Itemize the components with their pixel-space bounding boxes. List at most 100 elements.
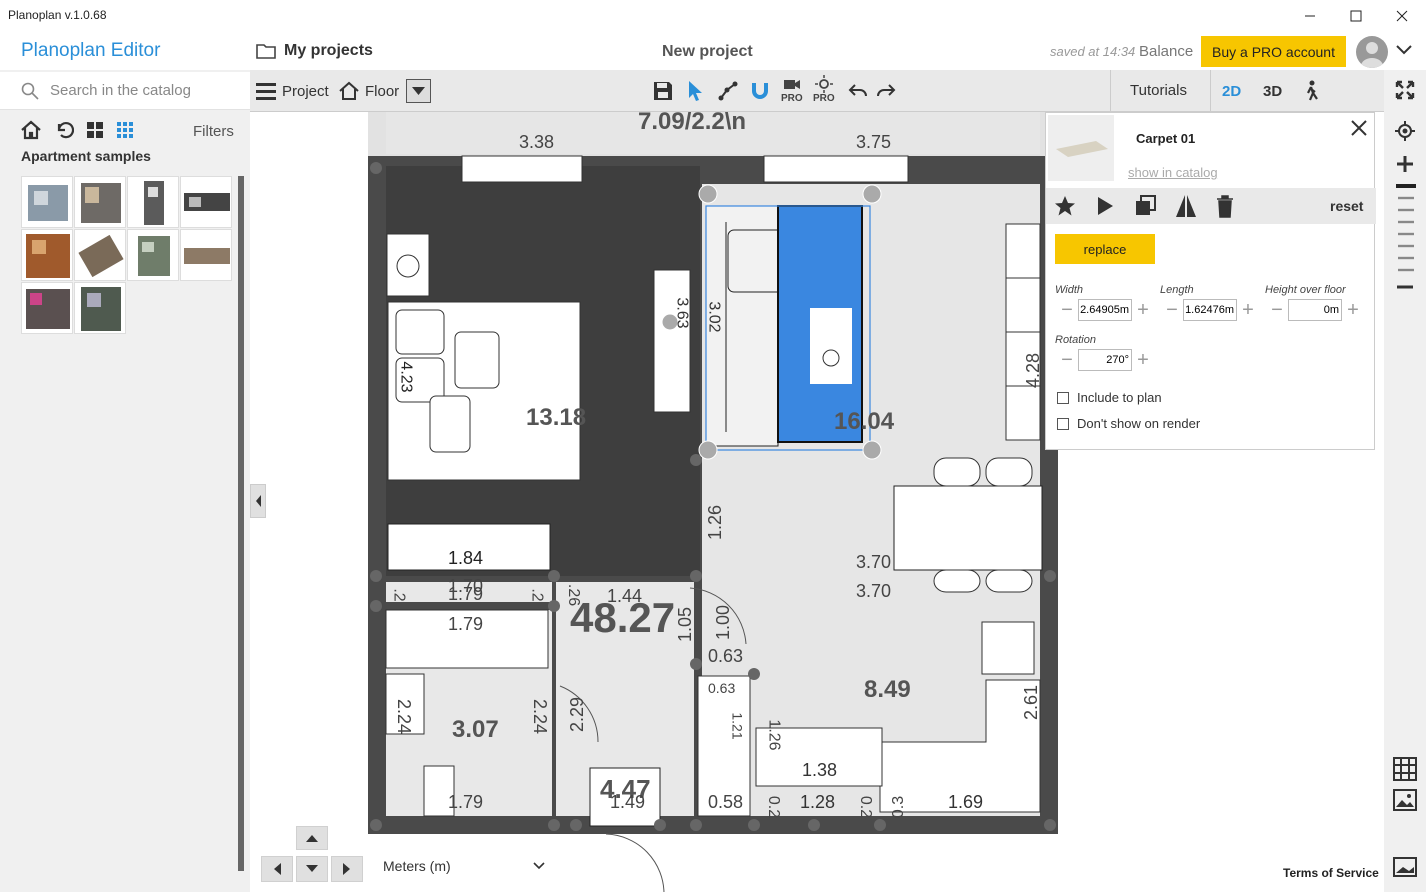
play-icon[interactable] (1094, 195, 1116, 217)
units-select[interactable]: Meters (m) (383, 858, 545, 874)
height-field[interactable] (1288, 299, 1342, 321)
apartment-thumbnail[interactable] (74, 229, 126, 281)
light-icon[interactable] (814, 75, 834, 93)
dont-show-render-label: Don't show on render (1077, 416, 1201, 431)
back-icon[interactable] (54, 120, 74, 140)
filters-button[interactable]: Filters (193, 123, 234, 140)
zoom-slider[interactable] (1395, 180, 1417, 290)
save-icon[interactable] (653, 81, 673, 101)
rotation-field[interactable] (1078, 349, 1132, 371)
length-label: Length (1160, 284, 1194, 296)
dimension-label: 3.63 (673, 297, 691, 329)
plus-icon[interactable]: + (1237, 299, 1259, 321)
toolbar-divider (1110, 70, 1111, 112)
mirror-icon[interactable] (1174, 193, 1198, 219)
maximize-button[interactable] (1333, 0, 1379, 32)
trash-icon[interactable] (1214, 193, 1236, 219)
apartment-thumbnail[interactable] (74, 176, 126, 228)
length-field[interactable] (1183, 299, 1237, 321)
arrow-right-icon (343, 863, 350, 875)
dimension-label: 4.23 (397, 361, 415, 393)
pro-badge-light: PRO (813, 93, 835, 104)
grid-small-icon[interactable] (116, 121, 134, 139)
minus-icon[interactable]: − (1266, 299, 1288, 321)
width-field[interactable] (1078, 299, 1132, 321)
redo-icon[interactable] (876, 82, 896, 98)
video-camera-icon[interactable] (782, 76, 802, 92)
apartment-thumbnail[interactable] (127, 229, 179, 281)
terms-link[interactable]: Terms of Service (1283, 866, 1379, 880)
search-bar[interactable]: Search in the catalog (0, 72, 250, 110)
apartment-thumbnail[interactable] (180, 229, 232, 281)
project-menu[interactable]: Project (282, 83, 329, 100)
undo-icon[interactable] (848, 82, 868, 98)
apartment-thumbnail[interactable] (21, 229, 73, 281)
home-icon[interactable] (20, 120, 42, 140)
search-input[interactable]: Search in the catalog (50, 82, 191, 99)
project-name[interactable]: New project (662, 43, 753, 61)
grid-view-icon[interactable] (1393, 757, 1417, 781)
wall-draw-icon[interactable] (717, 80, 739, 102)
item-preview (1048, 115, 1114, 181)
zoom-in-icon[interactable] (1395, 154, 1415, 174)
floor-menu[interactable]: Floor (365, 83, 399, 100)
pan-up-button[interactable] (296, 826, 328, 850)
my-projects-link[interactable]: My projects (256, 42, 373, 60)
cursor-icon[interactable] (687, 80, 703, 102)
star-icon[interactable] (1054, 195, 1076, 217)
pan-down-button[interactable] (296, 856, 328, 882)
mode-2d-tab[interactable]: 2D (1222, 83, 1241, 100)
zoom-out-icon[interactable] (1395, 280, 1415, 294)
folder-icon (256, 44, 276, 59)
apartment-thumbnail[interactable] (21, 176, 73, 228)
dimension-label: 1.00 (713, 604, 734, 641)
plus-icon[interactable]: + (1132, 299, 1154, 321)
area-label: 7.09/2.2\n (638, 112, 747, 135)
apartment-thumbnail[interactable] (74, 282, 126, 334)
avatar[interactable] (1356, 36, 1388, 68)
dimension-label: 0.63 (708, 680, 736, 696)
minimize-button[interactable] (1287, 0, 1333, 32)
apartment-thumbnail[interactable] (180, 176, 232, 228)
render-icon[interactable] (1393, 857, 1417, 877)
minus-icon[interactable]: − (1056, 299, 1078, 321)
chevron-down-icon[interactable] (1396, 44, 1412, 56)
tutorials-link[interactable]: Tutorials (1130, 82, 1187, 99)
pan-right-button[interactable] (331, 856, 363, 882)
dont-show-render-checkbox[interactable]: Don't show on render (1057, 416, 1200, 431)
checkbox[interactable] (1057, 417, 1069, 430)
reset-button[interactable]: reset (1330, 198, 1363, 214)
fullscreen-icon[interactable] (1395, 80, 1415, 100)
walk-icon[interactable] (1302, 80, 1320, 102)
apartment-thumbnail[interactable] (21, 282, 73, 334)
apartment-thumbnail[interactable] (127, 176, 179, 228)
include-to-plan-checkbox[interactable]: Include to plan (1057, 390, 1162, 405)
locate-icon[interactable] (1395, 121, 1415, 141)
image-icon[interactable] (1393, 789, 1417, 811)
copy-icon[interactable] (1134, 194, 1158, 218)
close-window-button[interactable] (1379, 0, 1425, 32)
magnet-icon[interactable] (749, 79, 771, 103)
pan-left-button[interactable] (261, 856, 293, 882)
floor-dropdown-button[interactable] (406, 79, 431, 103)
plus-icon[interactable]: + (1342, 299, 1364, 321)
grid-large-icon[interactable] (86, 121, 104, 139)
collapse-sidebar-button[interactable] (250, 484, 266, 518)
plus-icon[interactable]: + (1132, 349, 1154, 371)
close-icon (1396, 10, 1408, 22)
close-panel-icon[interactable] (1350, 119, 1368, 137)
height-label: Height over floor (1265, 284, 1346, 296)
show-in-catalog-link[interactable]: show in catalog (1128, 165, 1218, 180)
checkbox[interactable] (1057, 391, 1069, 404)
balance-link[interactable]: Balance (1139, 43, 1193, 60)
replace-button[interactable]: replace (1055, 234, 1155, 264)
catalog-scrollbar[interactable] (238, 176, 244, 871)
buy-pro-button[interactable]: Buy a PRO account (1201, 36, 1346, 67)
floor-home-icon[interactable] (338, 81, 360, 101)
menu-icon[interactable] (256, 82, 276, 100)
minus-icon[interactable]: − (1161, 299, 1183, 321)
arrow-down-icon (306, 865, 318, 872)
pro-badge-video: PRO (781, 93, 803, 104)
mode-3d-tab[interactable]: 3D (1263, 83, 1282, 100)
minus-icon[interactable]: − (1056, 349, 1078, 371)
